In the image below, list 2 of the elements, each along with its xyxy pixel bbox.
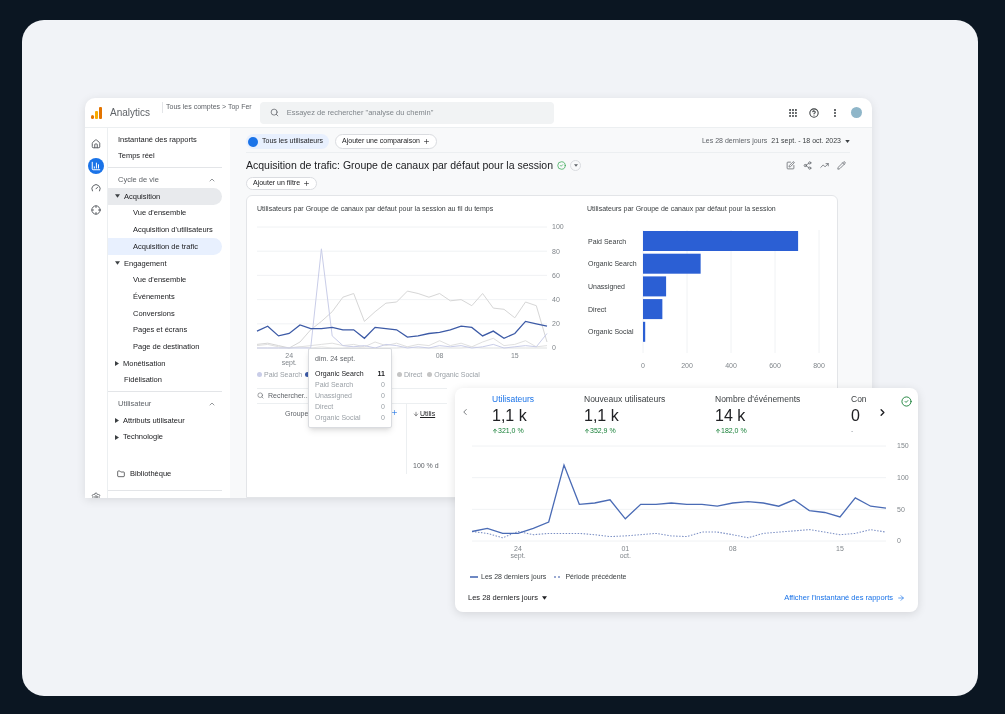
product-name: Analytics [110, 106, 150, 120]
report-title: Acquisition de trafic: Groupe de canaux par défaut pour la session [246, 158, 554, 173]
